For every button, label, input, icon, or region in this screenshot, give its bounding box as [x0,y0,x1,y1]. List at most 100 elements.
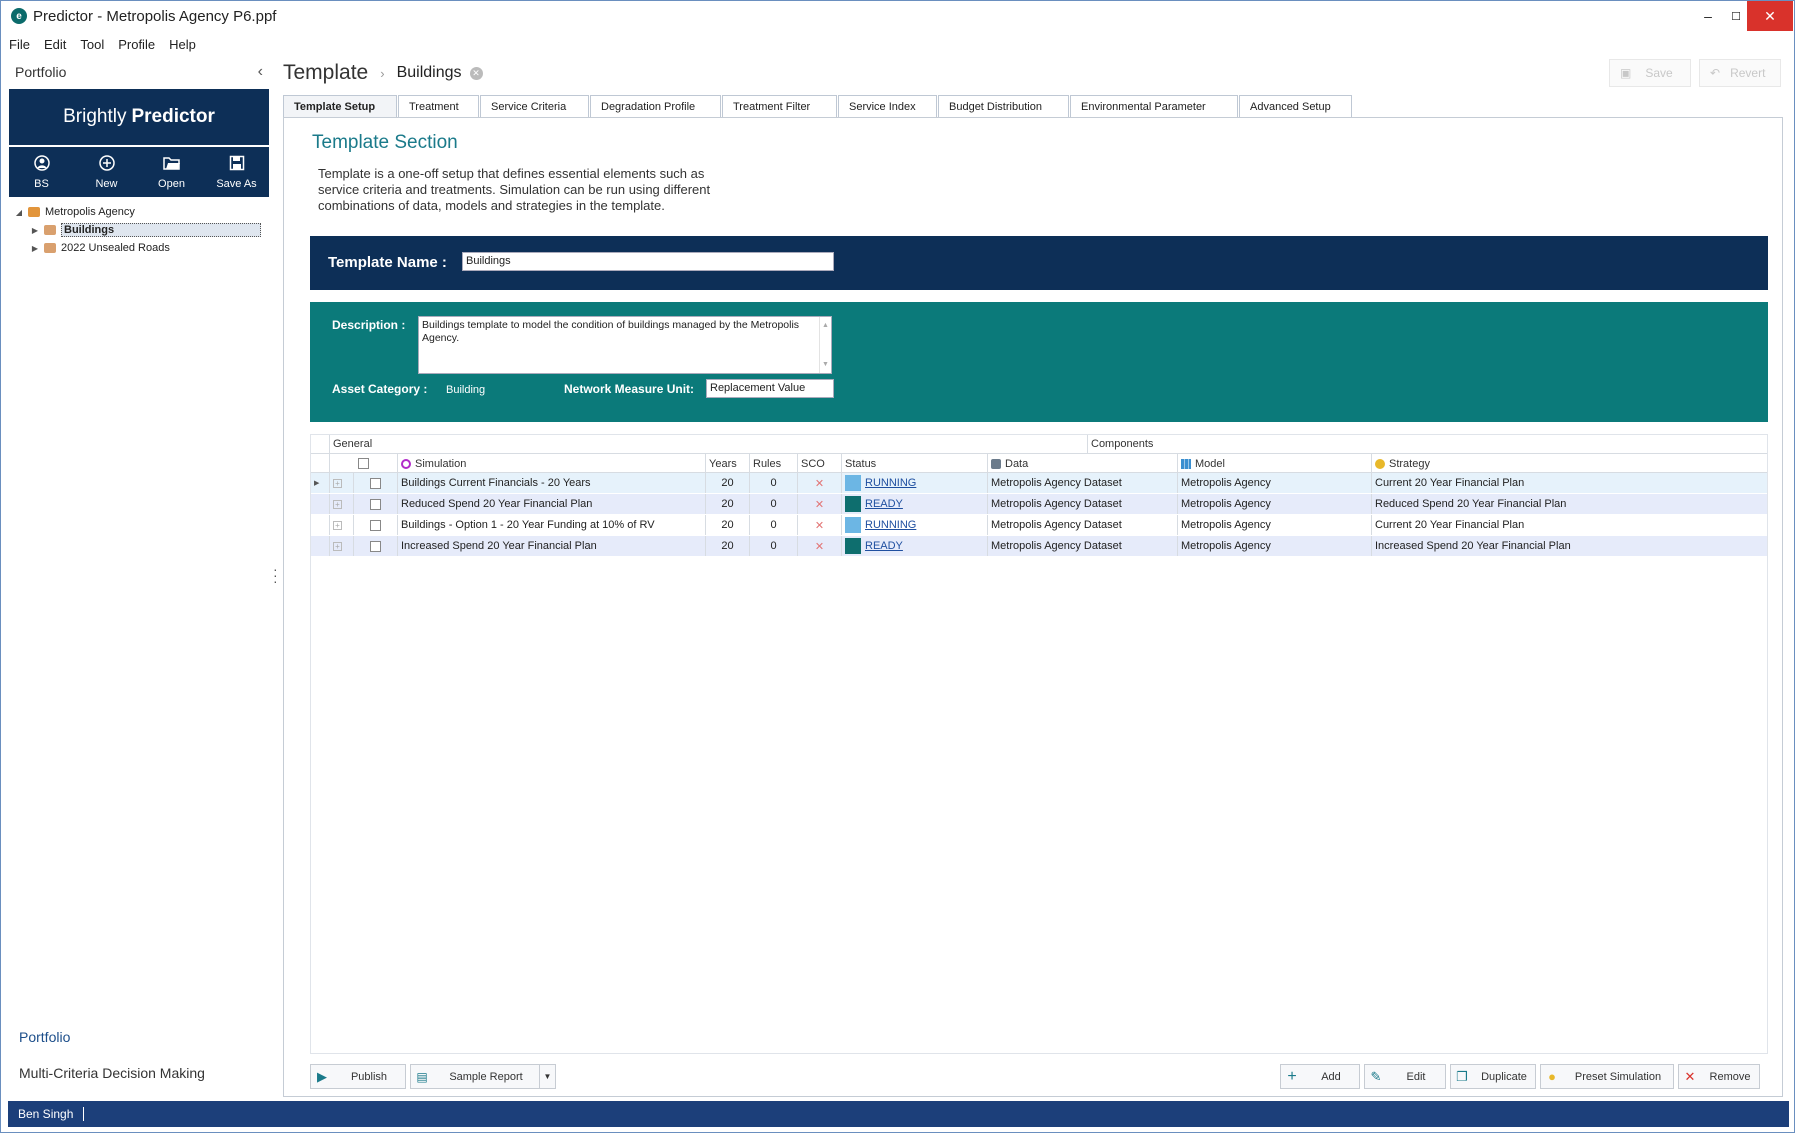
tab-service-index[interactable]: Service Index [838,95,937,117]
publish-button[interactable]: ▶ Publish [310,1064,406,1089]
row-checkbox[interactable] [370,540,381,552]
status-link[interactable]: RUNNING [865,519,916,531]
portfolio-panel: Portfolio ‹ Brightly Predictor BS New Op… [9,59,269,1099]
nav-portfolio[interactable]: Portfolio [9,1029,269,1045]
breadcrumb-section[interactable]: Template [283,61,368,85]
bs-button[interactable]: BS [12,154,72,190]
textarea-scrollbar[interactable]: ▲ ▼ [819,317,831,373]
collapse-arrow-icon[interactable]: ▶ [29,244,41,253]
table-row[interactable]: + Increased Spend 20 Year Financial Plan… [311,536,1767,557]
menu-profile[interactable]: Profile [118,37,155,52]
row-indicator-icon: ▶ [314,480,320,487]
delete-x-icon: ✕ [1684,1068,1696,1084]
tab-degradation-profile[interactable]: Degradation Profile [590,95,721,117]
tab-service-criteria[interactable]: Service Criteria [480,95,589,117]
sample-report-button[interactable]: ▤ Sample Report ▼ [410,1064,556,1089]
tab-environmental-parameter[interactable]: Environmental Parameter [1070,95,1238,117]
open-label: Open [158,177,185,190]
revert-button[interactable]: ↶ Revert [1699,59,1781,87]
new-button[interactable]: New [77,154,137,190]
menu-help[interactable]: Help [169,37,196,52]
dropdown-arrow-icon[interactable]: ▼ [539,1065,555,1088]
row-checkbox[interactable] [370,498,381,510]
cell-status: RUNNING [841,473,987,493]
close-tab-icon[interactable]: ✕ [469,66,483,80]
table-row[interactable]: + Buildings - Option 1 - 20 Year Funding… [311,515,1767,536]
scroll-down-icon[interactable]: ▼ [822,358,829,371]
collapse-panel-icon[interactable]: ‹ [258,63,263,81]
preset-simulation-label: Preset Simulation [1574,1070,1662,1083]
duplicate-label: Duplicate [1481,1070,1527,1083]
status-link[interactable]: READY [865,498,903,510]
asset-category-label: Asset Category : [332,382,428,396]
tab-budget-distribution[interactable]: Budget Distribution [938,95,1069,117]
open-button[interactable]: Open [142,155,202,190]
edit-button[interactable]: ✎ Edit [1364,1064,1446,1089]
network-unit-label: Network Measure Unit: [564,382,695,396]
tree-item-buildings[interactable]: ▶ Buildings [9,221,269,239]
col-model[interactable]: Model [1177,454,1371,473]
col-rules[interactable]: Rules [749,454,797,473]
save-as-button[interactable]: Save As [207,155,267,190]
cell-model: Metropolis Agency [1177,494,1371,514]
cell-data: Metropolis Agency Dataset [987,515,1177,535]
menu-edit[interactable]: Edit [44,37,66,52]
close-button[interactable]: ✕ [1747,1,1793,31]
expand-arrow-icon[interactable]: ◢ [13,208,25,217]
template-name-input[interactable]: Buildings [462,252,834,271]
tab-advanced-setup[interactable]: Advanced Setup [1239,95,1352,117]
splitter-handle[interactable]: · · · [273,562,278,588]
tree-item-unsealed-roads[interactable]: ▶ 2022 Unsealed Roads [9,239,269,257]
expand-icon[interactable]: + [333,541,342,551]
table-row[interactable]: ▶ + Buildings Current Financials - 20 Ye… [311,473,1767,494]
tab-treatment-filter[interactable]: Treatment Filter [722,95,837,117]
expand-cell[interactable]: + [329,494,353,514]
expand-icon[interactable]: + [333,499,342,509]
row-select-cell[interactable] [353,515,397,535]
add-button[interactable]: + Add [1280,1064,1360,1089]
select-all-cell [329,454,397,473]
row-checkbox[interactable] [370,519,381,531]
report-icon: ▤ [416,1069,428,1084]
expand-cell[interactable]: + [329,536,353,556]
menu-tool[interactable]: Tool [80,37,104,52]
expand-cell[interactable]: + [329,473,353,493]
nav-mcdm[interactable]: Multi-Criteria Decision Making [9,1065,269,1081]
row-checkbox[interactable] [370,477,381,489]
col-simulation[interactable]: Simulation [397,454,705,473]
collapse-arrow-icon[interactable]: ▶ [29,226,41,235]
group-components: Components [1087,435,1767,453]
cell-years: 20 [705,473,749,493]
cell-years: 20 [705,494,749,514]
status-link[interactable]: RUNNING [865,477,916,489]
preset-simulation-button[interactable]: ● Preset Simulation [1540,1064,1674,1089]
col-status[interactable]: Status [841,454,987,473]
col-years[interactable]: Years [705,454,749,473]
expand-icon[interactable]: + [333,478,342,488]
col-sco[interactable]: SCO [797,454,841,473]
row-select-cell[interactable] [353,494,397,514]
menu-file[interactable]: File [9,37,30,52]
tree-item-metropolis-agency[interactable]: ◢ Metropolis Agency [9,203,269,221]
col-strategy[interactable]: Strategy [1371,454,1767,473]
table-row[interactable]: + Reduced Spend 20 Year Financial Plan 2… [311,494,1767,515]
save-button[interactable]: ▣ Save [1609,59,1691,87]
row-select-cell[interactable] [353,536,397,556]
select-all-checkbox[interactable] [358,458,369,469]
details-band: Description : Buildings template to mode… [310,302,1768,422]
expand-icon[interactable]: + [333,520,342,530]
description-label: Description : [332,318,406,332]
tab-template-setup[interactable]: Template Setup [283,95,397,117]
network-unit-input[interactable]: Replacement Value [706,379,834,398]
description-textarea[interactable]: Buildings template to model the conditio… [418,316,832,374]
row-select-cell[interactable] [353,473,397,493]
app-window: e Predictor - Metropolis Agency P6.ppf –… [0,0,1795,1133]
scroll-up-icon[interactable]: ▲ [822,319,829,332]
duplicate-button[interactable]: ❐ Duplicate [1450,1064,1536,1089]
expand-cell[interactable]: + [329,515,353,535]
tab-treatment[interactable]: Treatment [398,95,479,117]
status-link[interactable]: READY [865,540,903,552]
remove-button[interactable]: ✕ Remove [1678,1064,1760,1089]
database-icon [991,458,1001,469]
col-data[interactable]: Data [987,454,1177,473]
